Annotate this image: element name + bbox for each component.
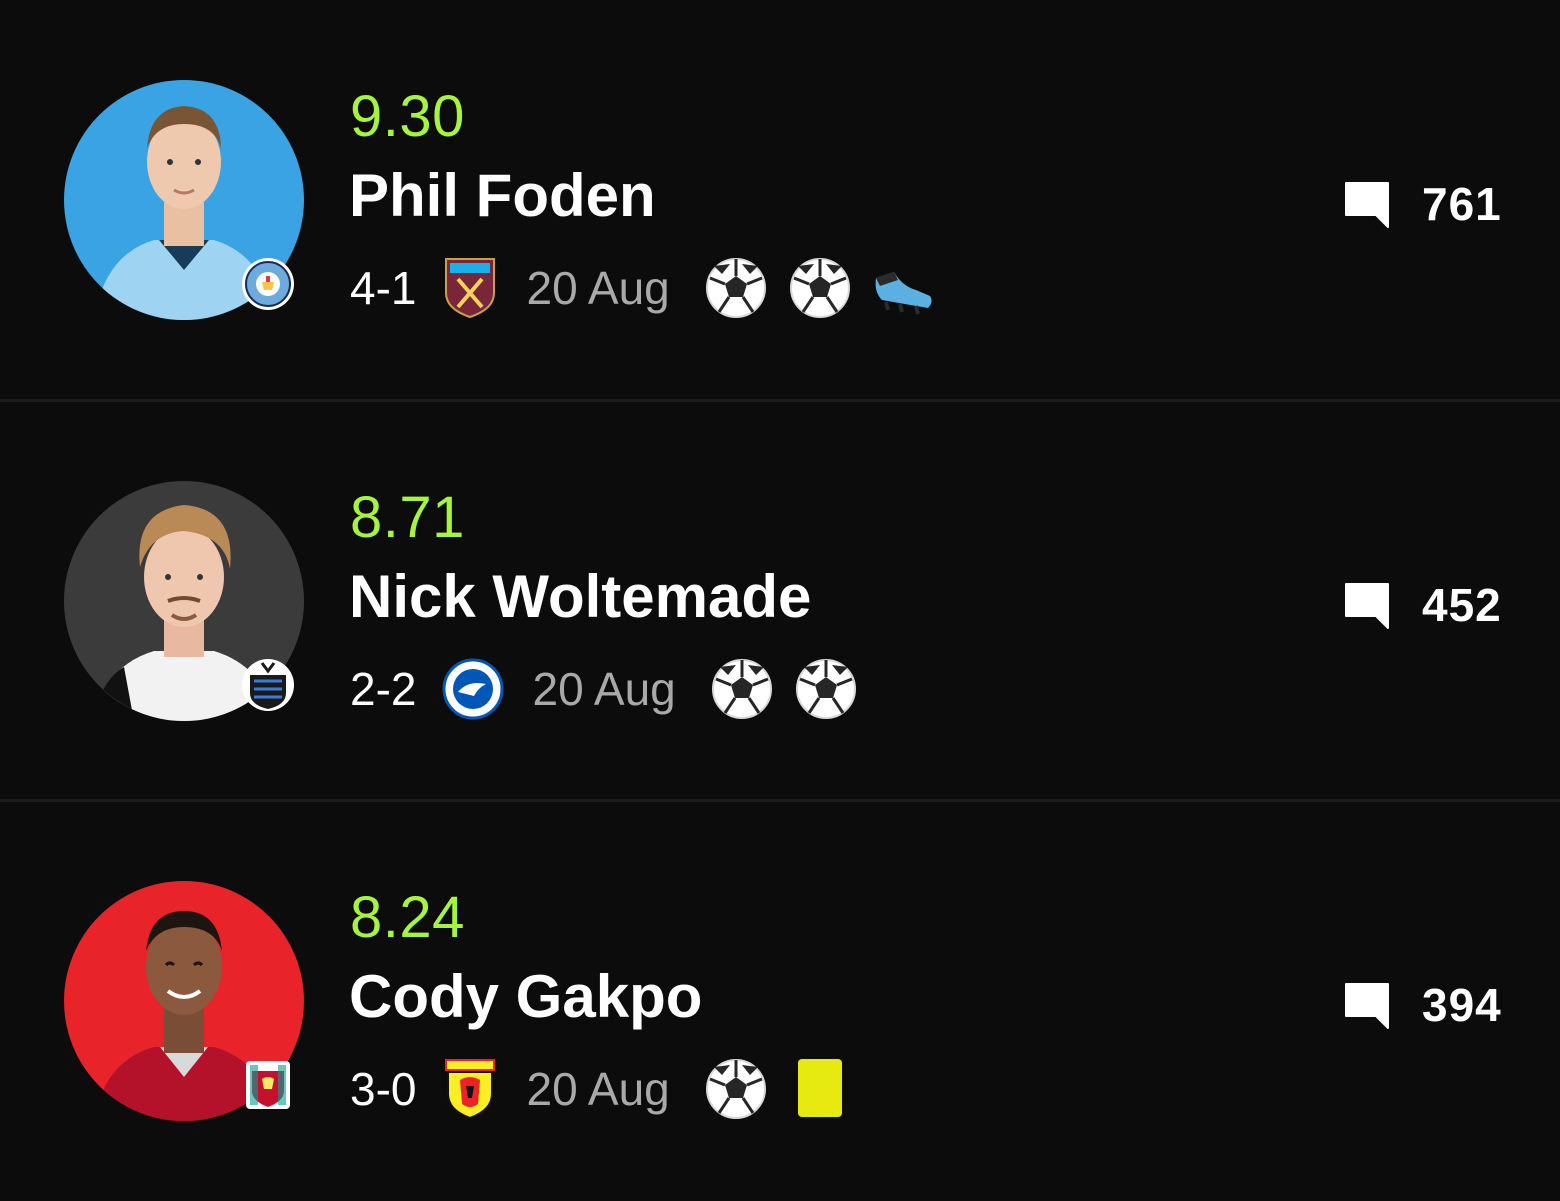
player-ratings-list: 9.30 Phil Foden 4-1 20 Aug 761 8.71 Nick… [0, 0, 1560, 1201]
match-info: 2-2 20 Aug [350, 657, 878, 721]
yellow-card-icon [797, 1059, 842, 1117]
comment-count: 452 [1422, 579, 1502, 631]
goal-icon [705, 258, 766, 318]
player-rating: 9.30 [350, 84, 465, 149]
player-row[interactable]: 8.24 Cody Gakpo 3-0 20 Aug 394 [0, 801, 1560, 1199]
match-info: 3-0 20 Aug [350, 1057, 872, 1121]
newcastle-crest-icon [242, 659, 294, 711]
player-row[interactable]: 8.71 Nick Woltemade 2-2 20 Aug 452 [0, 401, 1560, 799]
goal-icon [789, 258, 850, 318]
assist-boot-icon [875, 272, 932, 315]
player-name[interactable]: Cody Gakpo [349, 961, 702, 1033]
match-date: 20 Aug [526, 262, 670, 314]
comments-button[interactable]: 452 [1342, 577, 1502, 633]
match-date: 20 Aug [526, 1063, 670, 1115]
player-rating: 8.71 [350, 485, 465, 550]
goal-icon [705, 1059, 766, 1119]
match-info: 4-1 20 Aug [350, 256, 956, 320]
comment-count: 394 [1422, 979, 1502, 1031]
brighton-crest-icon [442, 658, 504, 720]
comment-icon [1345, 583, 1389, 629]
manchester-city-crest-icon [242, 258, 294, 310]
comment-count: 761 [1422, 178, 1502, 230]
comment-icon [1345, 983, 1389, 1029]
match-score: 3-0 [350, 1063, 417, 1115]
watford-crest-icon [445, 1059, 496, 1120]
liverpool-crest-icon [246, 1061, 290, 1109]
player-name[interactable]: Nick Woltemade [349, 561, 811, 633]
player-rating: 8.24 [350, 885, 465, 950]
goal-icon [711, 659, 772, 719]
comment-icon [1345, 182, 1389, 228]
comments-button[interactable]: 394 [1342, 977, 1502, 1033]
goal-icon [795, 659, 856, 719]
west-ham-crest-icon [445, 258, 496, 319]
comments-button[interactable]: 761 [1342, 176, 1502, 232]
player-row[interactable]: 9.30 Phil Foden 4-1 20 Aug 761 [0, 0, 1560, 398]
match-score: 2-2 [350, 663, 417, 715]
match-score: 4-1 [350, 262, 417, 314]
match-date: 20 Aug [532, 663, 676, 715]
player-name[interactable]: Phil Foden [349, 160, 656, 232]
